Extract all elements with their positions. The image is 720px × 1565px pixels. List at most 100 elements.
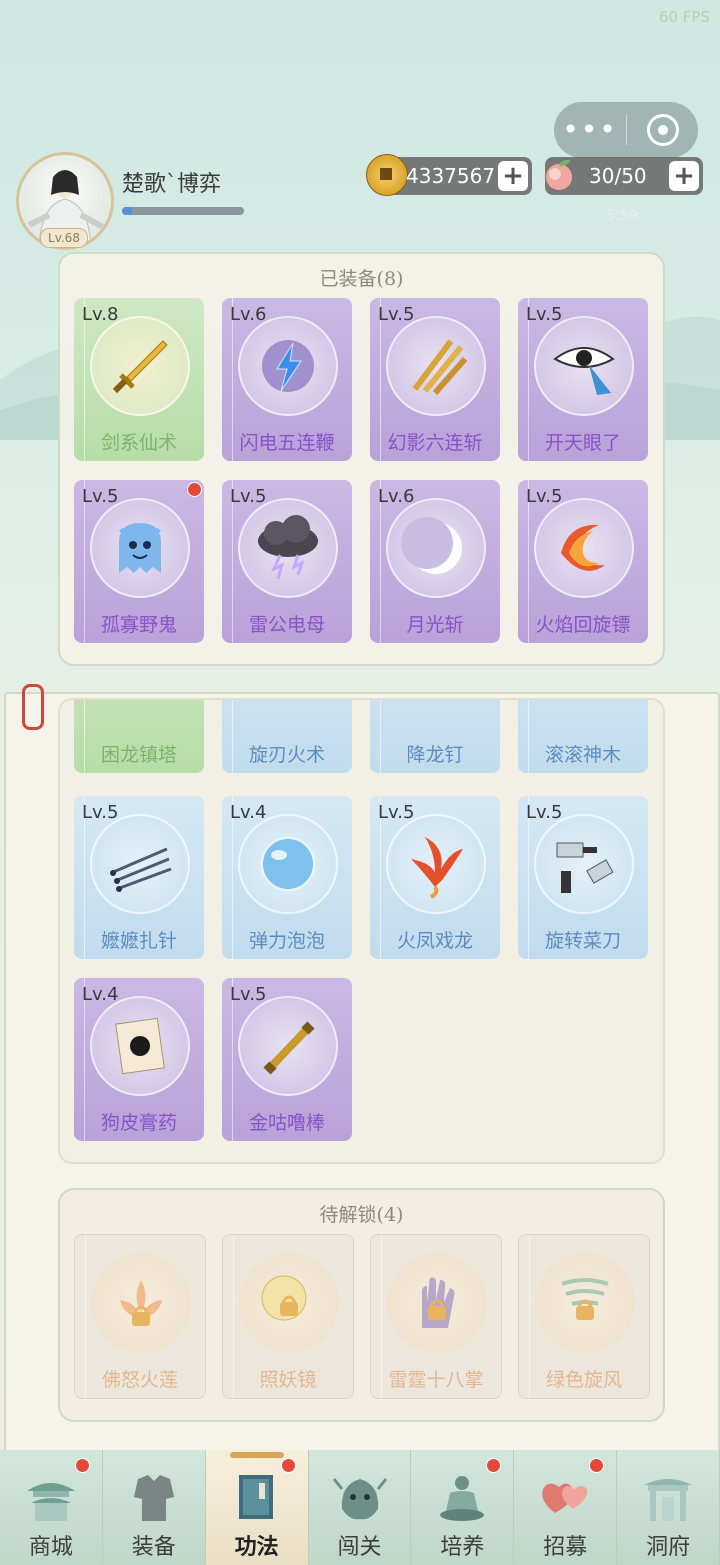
locked-skill-card[interactable]: 绿色旋风 [518,1234,650,1399]
notification-dot [589,1458,605,1473]
owned-skill-card[interactable]: Lv.4 狗皮膏药 [74,978,204,1141]
equipped-skill-card[interactable]: Lv.5 雷公电母 [222,480,352,643]
card-name: 照妖镜 [259,1369,317,1391]
hearts-icon [536,1468,594,1526]
card-level: Lv.5 [82,486,119,507]
equipped-panel: 已装备(8) Lv.8 剑系仙术 Lv.6 闪电五连鞭 Lv.5 幻影六连斩 Lv.5 开天眼… [58,252,665,666]
card-level: Lv.4 [230,802,267,823]
equipped-skill-card[interactable]: Lv.8 剑系仙术 [74,298,204,461]
nav-tab-label: 闯关 [337,1535,382,1560]
locked-skill-card[interactable]: 雷霆十八掌 [370,1234,502,1399]
equipped-skill-card[interactable]: Lv.5 火焰回旋镖 [518,480,648,643]
card-name: 闪电五连鞭 [239,432,335,454]
thundercloud-icon [238,498,338,598]
card-name: 火凤戏龙 [396,930,473,952]
locked-skill-card[interactable]: 佛怒火莲 [74,1234,206,1399]
owned-skills-panel[interactable]: 困龙镇塔 旋刃火术 降龙钉 滚滚神木 Lv.5 嬷嬷扎针 Lv.4 弹力泡泡 Lv.5 火凤戏龙… [58,698,665,1164]
card-level: Lv.5 [230,984,267,1005]
nav-tab[interactable]: 商城 [0,1450,103,1565]
bottom-nav: 商城 装备 功法 闯关 培养 招募 洞府 [0,1450,720,1565]
card-name: 开天眼了 [544,432,621,454]
card-name: 绿色旋风 [545,1369,622,1391]
card-level: Lv.8 [82,304,119,325]
owned-skill-card[interactable]: Lv.5 嬷嬷扎针 [74,796,204,959]
nav-tab[interactable]: 洞府 [617,1450,720,1565]
whirlwind-icon [535,1253,635,1353]
card-name: 火焰回旋镖 [535,614,631,636]
pavilion-icon [22,1468,80,1526]
card-level: Lv.6 [230,304,267,325]
level-badge: Lv.68 [40,228,88,248]
player-name: 楚歌`博弈 [122,172,222,197]
phoenix-icon [386,814,486,914]
notification-dot [486,1458,502,1473]
gate-icon [639,1468,697,1526]
card-level: Lv.5 [378,802,415,823]
add-stamina-button[interactable]: + [669,161,699,191]
ghost-icon [90,498,190,598]
fire-lotus-icon [91,1253,191,1353]
card-name: 降龙钉 [406,744,464,766]
equipped-title: 已装备(8) [319,268,404,290]
card-level: Lv.5 [378,304,415,325]
nav-tab-label: 洞府 [646,1535,691,1560]
card-name: 雷霆十八掌 [388,1369,484,1391]
card-name: 狗皮膏药 [100,1112,177,1134]
card-name: 困龙镇塔 [100,744,177,766]
bubble-icon [238,814,338,914]
owned-skill-card[interactable]: Lv.4 弹力泡泡 [222,796,352,959]
crescent-moon-icon [386,498,486,598]
nav-tab[interactable]: 功法 [205,1450,309,1565]
close-target-icon[interactable] [627,114,698,146]
card-name: 幻影六连斩 [387,432,483,454]
owned-skill-card[interactable]: Lv.5 火凤戏龙 [370,796,500,959]
nav-tab-label: 培养 [440,1535,485,1560]
equipped-skill-card[interactable]: Lv.5 开天眼了 [518,298,648,461]
owned-skill-card[interactable]: 困龙镇塔 [74,700,204,773]
scroll-clip [22,684,44,730]
armor-icon [125,1468,183,1526]
eye-beam-icon [534,316,634,416]
notification-dot [74,1458,90,1473]
nav-tab[interactable]: 招募 [514,1450,618,1565]
card-level: Lv.6 [378,486,415,507]
coin-value: 4337567 [406,164,496,188]
nav-tab[interactable]: 培养 [411,1450,515,1565]
equipped-skill-card[interactable]: Lv.6 闪电五连鞭 [222,298,352,461]
nav-tab-label: 商城 [28,1535,73,1560]
nav-tab-label: 招募 [543,1535,588,1560]
lightning-icon [238,316,338,416]
card-name: 剑系仙术 [100,432,177,454]
owned-skill-card[interactable]: 旋刃火术 [222,700,352,773]
nav-tab[interactable]: 闯关 [308,1450,412,1565]
book-icon [228,1468,286,1526]
equipped-skill-card[interactable]: Lv.5 孤寡野鬼 [74,480,204,643]
locked-skill-card[interactable]: 照妖镜 [222,1234,354,1399]
dragon-icon [331,1468,389,1526]
card-name: 旋刃火术 [248,744,325,766]
owned-skill-card[interactable]: 降龙钉 [370,700,500,773]
card-level: Lv.5 [230,486,267,507]
locked-panel: 待解锁(4) 佛怒火莲 照妖镜 雷霆十八掌 绿色旋风 [58,1188,665,1422]
more-menu-icon[interactable]: ••• [554,102,626,158]
fire-boomerang-icon [534,498,634,598]
locked-title: 待解锁(4) [319,1204,404,1226]
nav-tab[interactable]: 装备 [102,1450,206,1565]
equipped-skill-card[interactable]: Lv.5 幻影六连斩 [370,298,500,461]
notification-dot [280,1458,296,1473]
owned-skill-card[interactable]: Lv.5 金咕噜棒 [222,978,352,1141]
stamina-value: 30/50 [589,164,647,188]
add-coins-button[interactable]: + [498,161,528,191]
card-name: 滚滚神木 [544,744,621,766]
owned-skill-card[interactable]: 滚滚神木 [518,700,648,773]
equipped-skill-card[interactable]: Lv.6 月光斩 [370,480,500,643]
cleavers-icon [534,814,634,914]
mirror-icon [239,1253,339,1353]
card-name: 旋转菜刀 [544,930,621,952]
coin-counter: 4337567 + [366,154,532,196]
notification-dot [187,482,202,497]
fps-counter: 60 FPS [658,8,710,26]
card-level: Lv.4 [82,984,119,1005]
owned-skill-card[interactable]: Lv.5 旋转菜刀 [518,796,648,959]
card-name: 金咕噜棒 [248,1112,325,1134]
